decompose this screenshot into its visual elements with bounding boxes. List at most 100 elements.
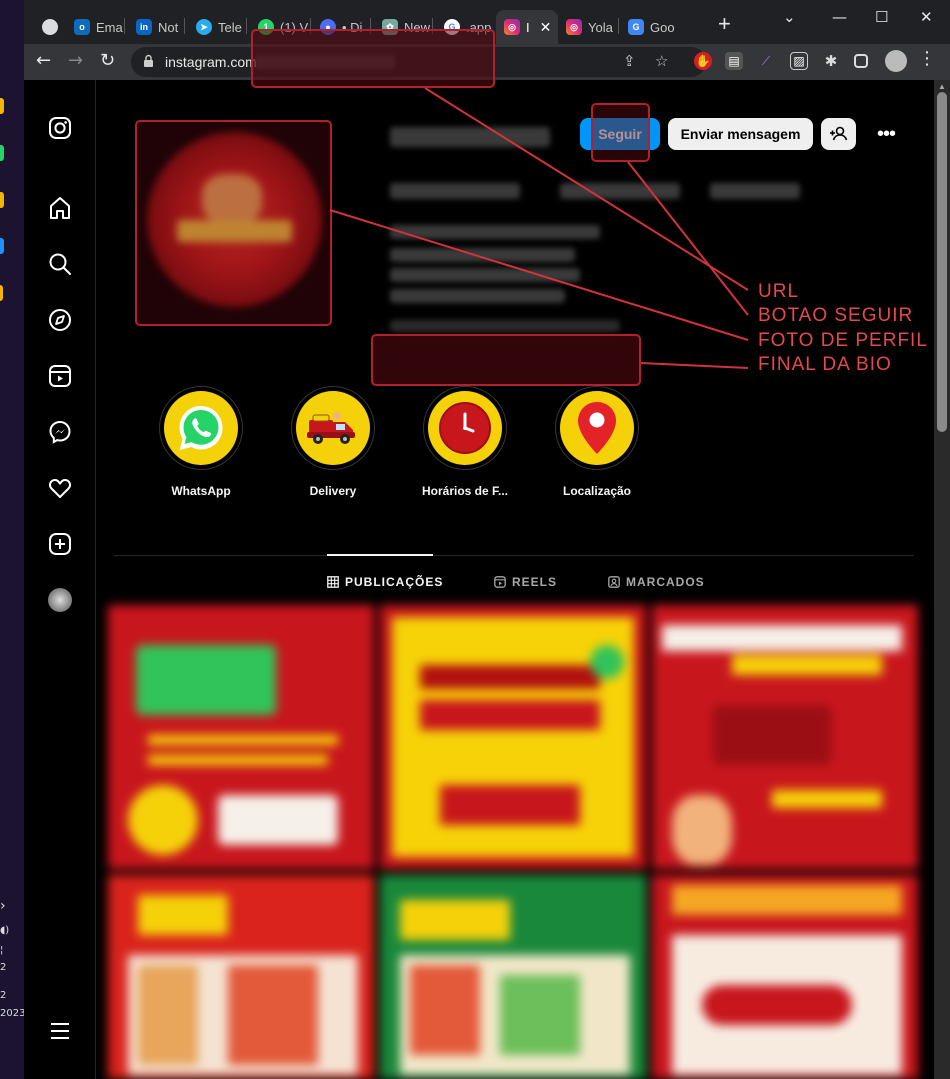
tab-search-icon[interactable]: ⌄ — [783, 8, 796, 26]
chevron-right-icon[interactable]: › — [0, 898, 6, 914]
post-thumbnail[interactable] — [108, 875, 374, 1079]
profile-avatar-icon[interactable] — [48, 588, 72, 612]
browser-tab[interactable]: G Goo — [620, 10, 676, 44]
bookmark-star-icon[interactable]: ☆ — [655, 52, 668, 70]
tab-title: Ema — [96, 19, 123, 35]
tabs-divider — [114, 555, 914, 556]
taskbar-app-icon[interactable] — [0, 98, 4, 114]
clock-icon — [439, 402, 491, 454]
google-translate-icon: G — [628, 19, 644, 35]
highlight-label: Localização — [562, 484, 632, 498]
close-window-icon[interactable]: ✕ — [920, 8, 933, 26]
scrollbar-thumb[interactable] — [937, 92, 947, 432]
posts-count-redacted — [390, 183, 520, 199]
create-post-icon[interactable] — [47, 531, 73, 557]
explore-compass-icon[interactable] — [47, 307, 73, 333]
post-thumbnail[interactable] — [108, 605, 374, 869]
tab-title: Goo — [650, 19, 675, 35]
taskbar-app-icon[interactable] — [0, 238, 4, 254]
tab-publicacoes[interactable]: PUBLICAÇÕES — [327, 575, 443, 589]
chrome-circle-icon — [42, 19, 58, 35]
post-thumbnail[interactable] — [652, 875, 918, 1079]
linkedin-icon: in — [136, 19, 152, 35]
new-tab-icon[interactable]: + — [718, 13, 731, 35]
speaker-icon[interactable]: ◖) — [0, 925, 9, 936]
profile-name-redacted — [390, 225, 600, 239]
browser-tab[interactable]: in Not — [128, 10, 184, 44]
browser-tab[interactable]: ➤ Tele — [188, 10, 246, 44]
puzzle-extensions-icon[interactable]: ✱ — [822, 52, 840, 70]
chrome-menu-icon[interactable]: ⋮ — [918, 48, 936, 69]
heart-notifications-icon[interactable] — [47, 475, 73, 501]
username-redacted — [390, 127, 550, 147]
annotation-box-bio — [371, 334, 641, 386]
taskbar-app-icon[interactable] — [0, 192, 4, 208]
desktop-taskbar: › ◖) ¦ 2 2 2023 — [0, 0, 26, 1079]
instagram-logo-icon[interactable] — [47, 115, 73, 141]
annotation-label-follow: BOTAO SEGUIR — [758, 305, 914, 326]
share-icon[interactable]: ⇪ — [623, 52, 636, 70]
taskbar-app-icon[interactable] — [0, 145, 4, 161]
forward-icon[interactable]: → — [68, 50, 83, 71]
post-thumbnail[interactable] — [380, 875, 646, 1079]
annotation-label-url: URL — [758, 281, 800, 302]
taskbar-app-icon[interactable] — [0, 285, 3, 301]
instagram-icon: ◎ — [566, 19, 582, 35]
home-icon[interactable] — [47, 195, 73, 221]
tab-reels[interactable]: REELS — [494, 575, 557, 589]
browser-tab[interactable] — [34, 10, 70, 44]
instagram-sidebar — [24, 80, 96, 1079]
tab-title: Yola — [588, 19, 613, 35]
whatsapp-icon — [179, 406, 223, 450]
annotation-box-photo — [135, 120, 332, 326]
reels-icon[interactable] — [47, 363, 73, 389]
browser-tab-active[interactable]: ◎ I ✕ — [496, 10, 558, 44]
messenger-icon[interactable] — [47, 419, 73, 445]
following-count-redacted[interactable] — [710, 183, 800, 199]
highlight-label: WhatsApp — [171, 484, 231, 498]
tab-title: Not — [158, 19, 179, 35]
image-extension-icon[interactable]: ▨ — [790, 52, 808, 70]
lock-icon — [144, 54, 153, 67]
followers-count-redacted[interactable] — [560, 183, 680, 199]
browser-tab[interactable]: ◎ Yola — [558, 10, 616, 44]
close-tab-icon[interactable]: ✕ — [540, 19, 552, 36]
post-thumbnail[interactable] — [652, 605, 918, 869]
taskbar-clock-text: 2 — [0, 962, 7, 973]
send-message-button[interactable]: Enviar mensagem — [668, 118, 813, 150]
extension-icon[interactable]: ▤ — [725, 52, 743, 70]
add-person-icon — [830, 126, 848, 141]
maximize-icon[interactable]: ☐ — [875, 8, 888, 26]
minimize-icon[interactable]: — — [832, 8, 847, 26]
tab-title: Tele — [218, 19, 242, 35]
suggest-user-button[interactable] — [821, 118, 856, 150]
delivery-truck-icon — [307, 412, 355, 444]
bio-link-redacted[interactable] — [390, 320, 620, 332]
more-options-icon[interactable]: ••• — [874, 118, 898, 150]
taskbar-year-text: 2023 — [0, 1008, 26, 1019]
adblock-extension-icon[interactable]: ✋ — [694, 52, 712, 70]
highlight-label: Delivery — [309, 484, 357, 498]
menu-hamburger-icon[interactable] — [47, 1018, 73, 1044]
annotation-label-photo: FOTO DE PERFIL — [758, 330, 928, 351]
tab-marcados[interactable]: MARCADOS — [608, 575, 705, 589]
highlight-label: Horários de F... — [421, 484, 509, 498]
back-icon[interactable]: ← — [36, 50, 51, 71]
profile-avatar[interactable] — [885, 50, 907, 72]
feather-extension-icon[interactable]: ⟋ — [757, 52, 775, 70]
highlight-whatsapp[interactable]: WhatsApp — [156, 386, 246, 498]
search-icon[interactable] — [47, 251, 73, 277]
tab-label: MARCADOS — [626, 575, 705, 589]
annotation-label-bio: FINAL DA BIO — [758, 354, 892, 375]
page-scrollbar[interactable]: ▲ — [934, 80, 950, 1079]
highlight-delivery[interactable]: Delivery — [288, 386, 378, 498]
active-tab-indicator — [327, 554, 433, 556]
reload-icon[interactable]: ↻ — [100, 50, 115, 71]
post-thumbnail[interactable] — [380, 605, 646, 869]
instagram-icon: ◎ — [504, 19, 520, 35]
highlight-horarios[interactable]: Horários de F... — [420, 386, 510, 498]
browser-tab[interactable]: o Ema — [66, 10, 124, 44]
side-panel-icon[interactable] — [854, 54, 868, 68]
highlight-localizacao[interactable]: Localização — [552, 386, 642, 498]
bio-line-redacted — [390, 289, 565, 303]
